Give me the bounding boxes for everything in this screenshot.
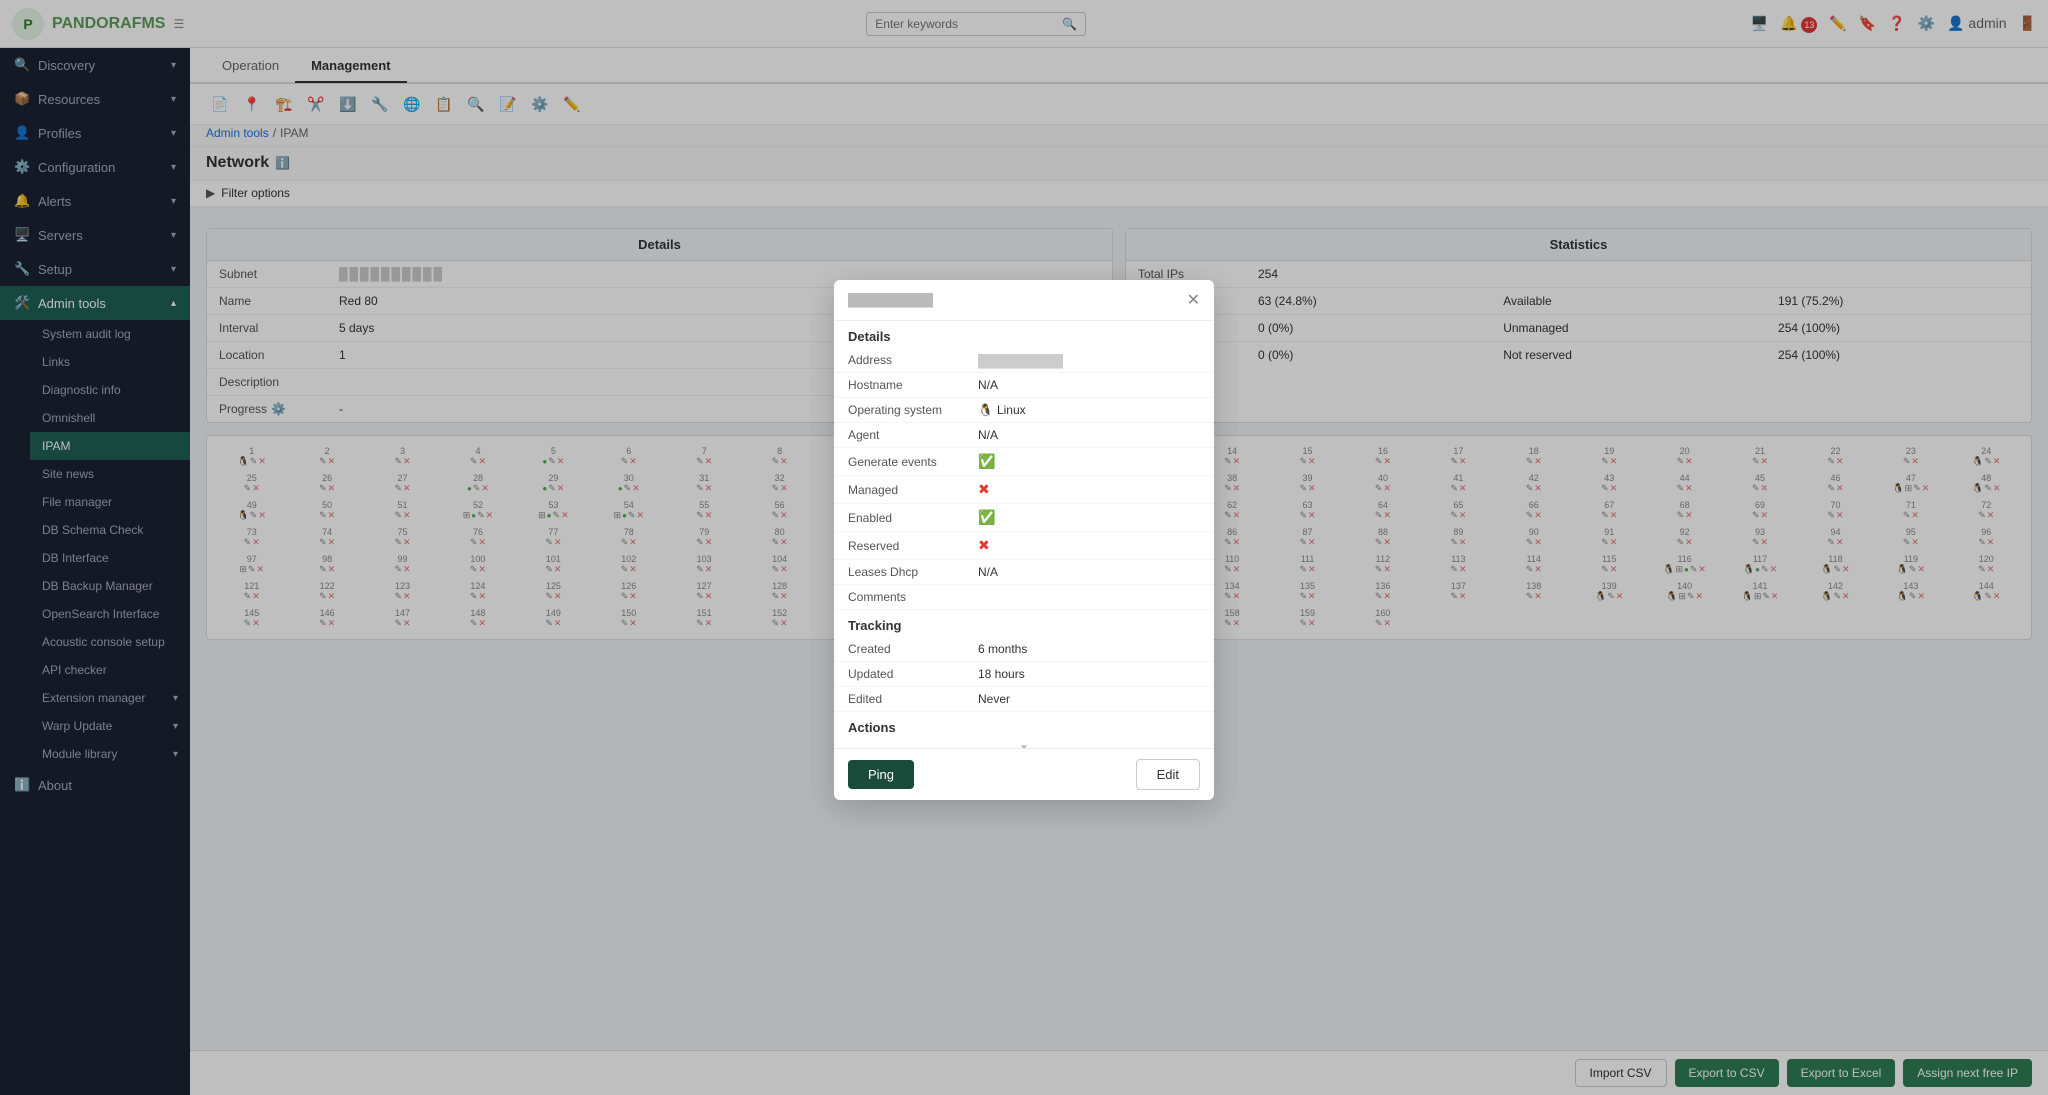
edited-value: Never: [978, 692, 1010, 706]
modal-overlay: ██████████ ✕ Details Address ██████████ …: [0, 0, 2048, 1095]
hostname-label: Hostname: [848, 378, 978, 392]
reserved-value: ✖: [978, 537, 990, 554]
edit-button[interactable]: Edit: [1136, 759, 1200, 790]
os-value: 🐧 Linux: [978, 403, 1026, 417]
tracking-section-header: Tracking: [834, 610, 1214, 637]
generate-events-value: ✅: [978, 453, 995, 470]
modal-row-updated: Updated 18 hours: [834, 662, 1214, 687]
managed-label: Managed: [848, 483, 978, 497]
modal-row-created: Created 6 months: [834, 637, 1214, 662]
modal-close-button[interactable]: ✕: [1187, 290, 1200, 310]
modal-row-generate-events: Generate events ✅: [834, 448, 1214, 476]
os-label: Operating system: [848, 403, 978, 417]
modal-row-hostname: Hostname N/A: [834, 373, 1214, 398]
actions-section-header: Actions: [834, 712, 1214, 739]
updated-label: Updated: [848, 667, 978, 681]
ping-button[interactable]: Ping: [848, 760, 914, 789]
created-value: 6 months: [978, 642, 1027, 656]
managed-value: ✖: [978, 481, 990, 498]
reserved-label: Reserved: [848, 539, 978, 553]
address-label: Address: [848, 353, 978, 367]
modal-row-enabled: Enabled ✅: [834, 504, 1214, 532]
modal-row-agent: Agent N/A: [834, 423, 1214, 448]
modal-header: ██████████ ✕: [834, 280, 1214, 321]
address-value: ██████████: [978, 354, 1058, 366]
modal-body: Details Address ██████████ Hostname N/A …: [834, 321, 1214, 748]
ip-details-modal: ██████████ ✕ Details Address ██████████ …: [834, 280, 1214, 800]
modal-footer: Ping Edit: [834, 748, 1214, 800]
modal-row-reserved: Reserved ✖: [834, 532, 1214, 560]
enabled-value: ✅: [978, 509, 995, 526]
agent-value: N/A: [978, 428, 998, 442]
modal-row-address: Address ██████████: [834, 348, 1214, 373]
modal-row-os: Operating system 🐧 Linux: [834, 398, 1214, 423]
leases-dhcp-value: N/A: [978, 565, 998, 579]
modal-title: ██████████: [848, 293, 933, 307]
leases-dhcp-label: Leases Dhcp: [848, 565, 978, 579]
hostname-value: N/A: [978, 378, 998, 392]
created-label: Created: [848, 642, 978, 656]
comments-label: Comments: [848, 590, 978, 604]
agent-label: Agent: [848, 428, 978, 442]
modal-row-managed: Managed ✖: [834, 476, 1214, 504]
details-section-header: Details: [834, 321, 1214, 348]
updated-value: 18 hours: [978, 667, 1025, 681]
generate-events-label: Generate events: [848, 455, 978, 469]
edited-label: Edited: [848, 692, 978, 706]
scroll-indicator: ▼: [834, 739, 1214, 748]
modal-row-comments: Comments: [834, 585, 1214, 610]
modal-row-edited: Edited Never: [834, 687, 1214, 712]
enabled-label: Enabled: [848, 511, 978, 525]
linux-icon: 🐧: [978, 403, 993, 417]
modal-row-leases-dhcp: Leases Dhcp N/A: [834, 560, 1214, 585]
